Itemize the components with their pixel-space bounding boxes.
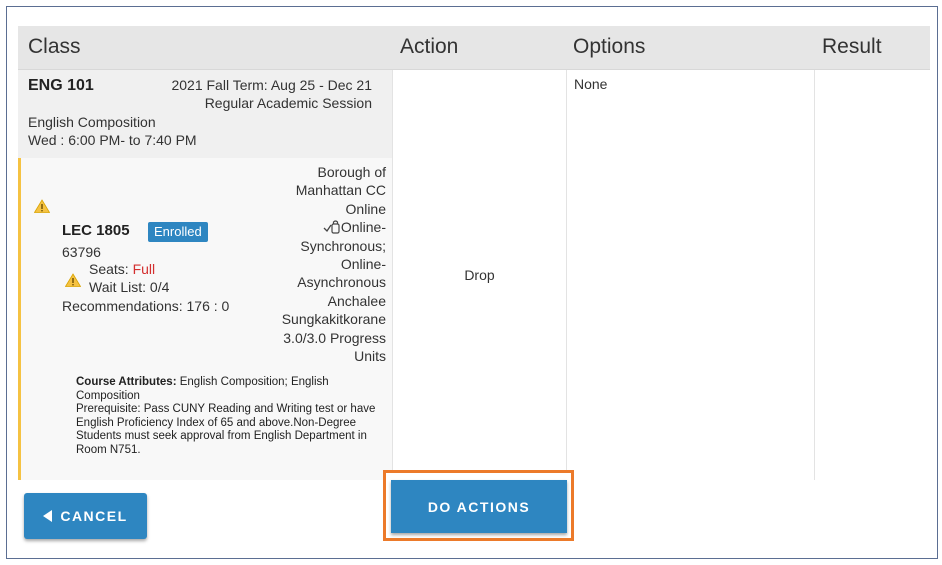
units-line: Units xyxy=(354,348,386,365)
course-attributes: Course Attributes: English Composition; … xyxy=(76,376,391,458)
class-code: ENG 101 xyxy=(28,77,94,94)
warning-triangle-icon xyxy=(65,273,81,287)
attributes-line: Course Attributes: English Composition; … xyxy=(76,376,391,403)
section-meta: Borough of Manhattan CC Online Online- S… xyxy=(246,163,386,365)
term-line: 2021 Fall Term: Aug 25 - Dec 21 xyxy=(171,77,372,93)
online-mode-icon xyxy=(323,220,340,234)
instructor-line: Anchalee xyxy=(327,292,386,309)
seats-status: Seats: Full xyxy=(89,261,155,277)
seats-value: Full xyxy=(132,261,156,277)
course-title: English Composition xyxy=(28,114,156,130)
prerequisite: Prerequisite: Pass CUNY Reading and Writ… xyxy=(76,403,376,456)
mode-line: Online- xyxy=(340,256,386,273)
header-options: Options xyxy=(573,35,646,58)
do-actions-button[interactable]: DO ACTIONS xyxy=(391,480,567,533)
campus-line: Borough of xyxy=(317,164,387,180)
session-line: Regular Academic Session xyxy=(204,95,372,111)
table-header: Class Action Options Result xyxy=(18,26,930,70)
section-detail: LEC 1805 Enrolled 63796 Seats: Full Wait… xyxy=(18,158,392,480)
mode-text: Online- xyxy=(340,219,386,236)
status-badge: Enrolled xyxy=(148,222,208,242)
term-info: 2021 Fall Term: Aug 25 - Dec 21 Regular … xyxy=(171,76,372,112)
header-class: Class xyxy=(28,35,81,58)
warning-triangle-icon xyxy=(34,199,50,213)
cancel-button[interactable]: CANCEL xyxy=(24,493,147,539)
header-action: Action xyxy=(400,35,459,58)
seats-label: Seats: xyxy=(89,261,133,277)
course-schedule: Wed : 6:00 PM- to 7:40 PM xyxy=(28,132,197,148)
triangle-left-icon xyxy=(43,510,53,522)
options-column xyxy=(567,70,815,480)
result-column xyxy=(815,70,930,480)
attributes-label: Course Attributes: xyxy=(76,376,177,388)
location: Online xyxy=(345,200,386,217)
recommendations: Recommendations: 176 : 0 xyxy=(62,298,230,314)
units-line: 3.0/3.0 Progress xyxy=(283,329,386,346)
cancel-label: CANCEL xyxy=(60,508,128,524)
header-result: Result xyxy=(822,35,882,58)
class-number: 63796 xyxy=(62,244,101,260)
action-value: Drop xyxy=(464,267,495,283)
campus-line: Manhattan CC xyxy=(295,182,386,199)
mode-line: Online- xyxy=(246,218,386,236)
options-value: None xyxy=(574,76,608,92)
mode-line: Asynchronous xyxy=(297,274,386,291)
mode-line: Synchronous; xyxy=(300,237,386,254)
instructor-line: Sungkakitkorane xyxy=(281,311,386,328)
section-code: LEC 1805 xyxy=(62,222,130,239)
wait-list: Wait List: 0/4 xyxy=(89,279,170,295)
class-summary: ENG 101 2021 Fall Term: Aug 25 - Dec 21 … xyxy=(18,70,392,158)
